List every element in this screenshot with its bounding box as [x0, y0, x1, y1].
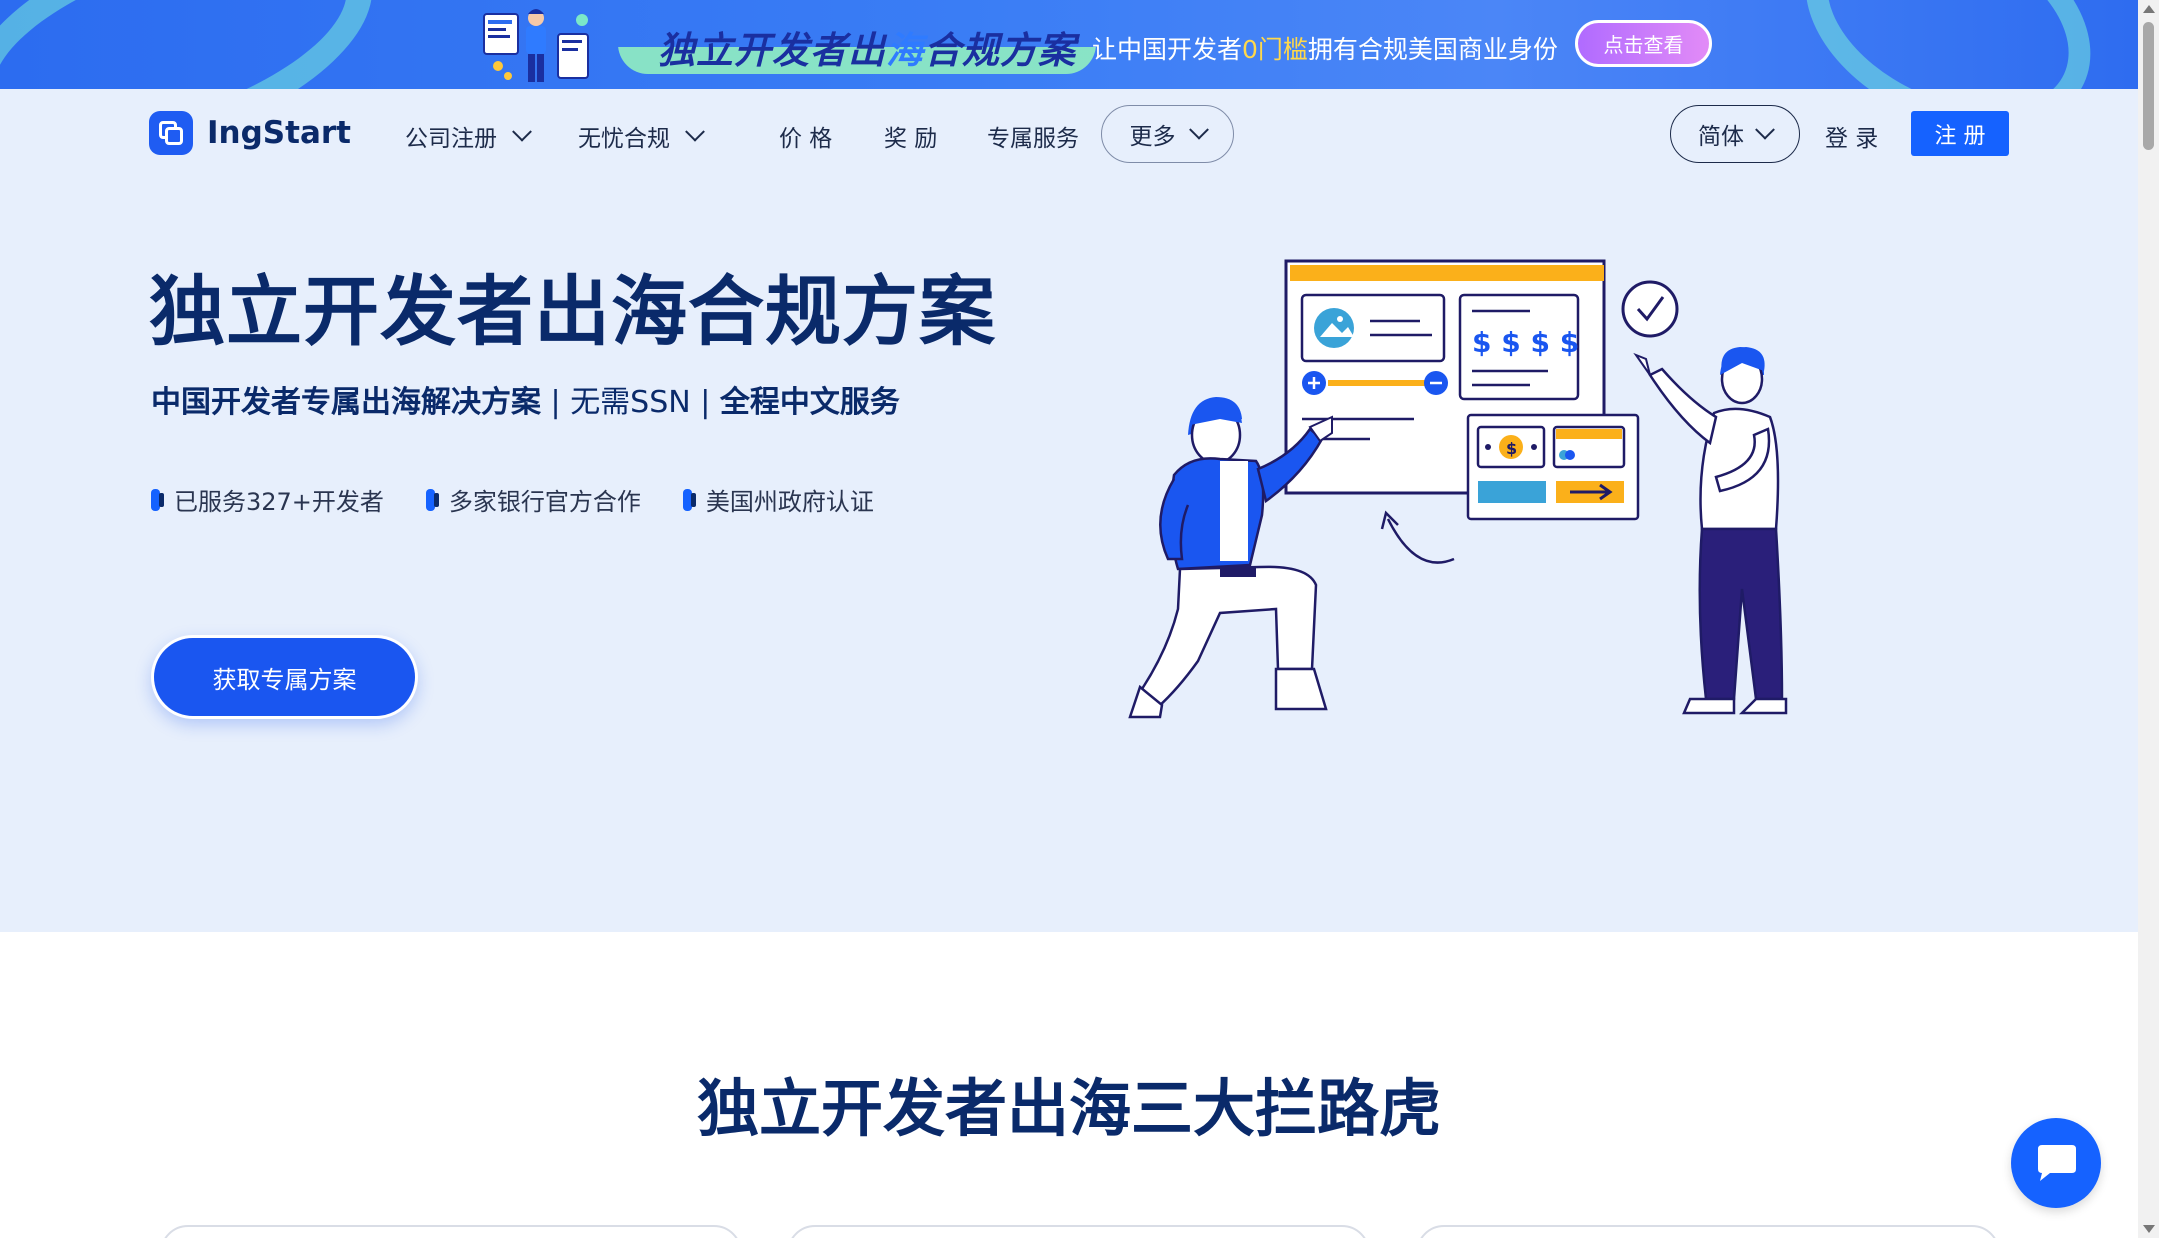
card — [787, 1225, 1370, 1238]
hero-features: 已服务327+开发者 多家银行官方合作 美国州政府认证 — [151, 482, 874, 517]
hero-section: IngStart 公司注册 无忧合规 价 格 奖 励 专属服务 更多 简体 登 … — [0, 89, 2138, 932]
nav-more-label: 更多 — [1129, 124, 1176, 150]
login-link[interactable]: 登 录 — [1825, 119, 1878, 153]
get-plan-button[interactable]: 获取专属方案 — [151, 635, 418, 719]
promo-banner[interactable]: 独立开发者出海合规方案 让中国开发者0门槛拥有合规美国商业身份 点击查看 — [0, 0, 2138, 89]
nav-company-registration[interactable]: 公司注册 — [405, 119, 532, 153]
banner-decoration — [1769, 0, 2127, 89]
dollar-signs: $ $ $ $ — [1472, 326, 1579, 359]
scroll-thumb[interactable] — [2143, 22, 2154, 150]
section-title: 独立开发者出海三大拦路虎 — [696, 1072, 1441, 1145]
nav-more-dropdown[interactable]: 更多 — [1101, 105, 1234, 163]
hero-title: 独立开发者出海合规方案 — [149, 267, 996, 356]
cards-row — [0, 1225, 2138, 1238]
nav-item-label: 公司注册 — [405, 126, 497, 152]
logo-text: IngStart — [207, 115, 351, 151]
chat-icon — [2038, 1145, 2076, 1181]
feature-item: 多家银行官方合作 — [425, 482, 641, 517]
banner-figure-illustration — [483, 9, 589, 82]
feature-item: 已服务327+开发者 — [151, 482, 384, 517]
card — [1416, 1225, 2000, 1238]
nav-rewards[interactable]: 奖 励 — [884, 119, 937, 153]
chevron-down-icon — [1755, 119, 1775, 140]
nav-exclusive-service[interactable]: 专属服务 — [987, 119, 1079, 153]
bullet-icon — [151, 488, 164, 511]
nav-pricing[interactable]: 价 格 — [779, 119, 832, 153]
hero-subtitle: 中国开发者专属出海解决方案 | 无需SSN | 全程中文服务 — [151, 385, 900, 420]
bullet-icon — [682, 488, 696, 511]
nav-item-label: 专属服务 — [987, 126, 1079, 152]
scroll-up-icon[interactable] — [2143, 5, 2155, 13]
svg-text:$: $ — [1506, 439, 1517, 458]
page-scrollbar[interactable] — [2138, 0, 2159, 1238]
nav-compliance[interactable]: 无忧合规 — [578, 119, 705, 153]
nav-item-label: 无忧合规 — [578, 126, 670, 152]
bullet-icon — [425, 488, 439, 511]
logo[interactable]: IngStart — [149, 111, 351, 155]
banner-title: 独立开发者出海合规方案 — [618, 14, 1096, 74]
chevron-down-icon — [685, 121, 705, 142]
chevron-down-icon — [1188, 119, 1209, 140]
logo-icon — [149, 111, 193, 155]
top-navigation: IngStart 公司注册 无忧合规 价 格 奖 励 专属服务 更多 简体 登 … — [0, 89, 2138, 179]
banner-decoration — [0, 0, 401, 89]
banner-subtitle: 让中国开发者0门槛拥有合规美国商业身份 — [1092, 35, 1558, 64]
chat-button[interactable] — [2011, 1118, 2101, 1208]
nav-item-label: 价 格 — [779, 126, 833, 152]
hero-illustration: $ $ $ $ $ — [1128, 259, 1788, 719]
register-button[interactable]: 注 册 — [1911, 111, 2009, 156]
scroll-down-icon[interactable] — [2143, 1225, 2155, 1233]
feature-item: 美国州政府认证 — [682, 482, 874, 517]
banner-view-button[interactable]: 点击查看 — [1575, 20, 1712, 67]
card — [160, 1225, 742, 1238]
language-selector[interactable]: 简体 — [1670, 105, 1800, 163]
nav-item-label: 奖 励 — [884, 126, 938, 152]
chevron-down-icon — [512, 121, 532, 142]
language-label: 简体 — [1698, 124, 1744, 150]
